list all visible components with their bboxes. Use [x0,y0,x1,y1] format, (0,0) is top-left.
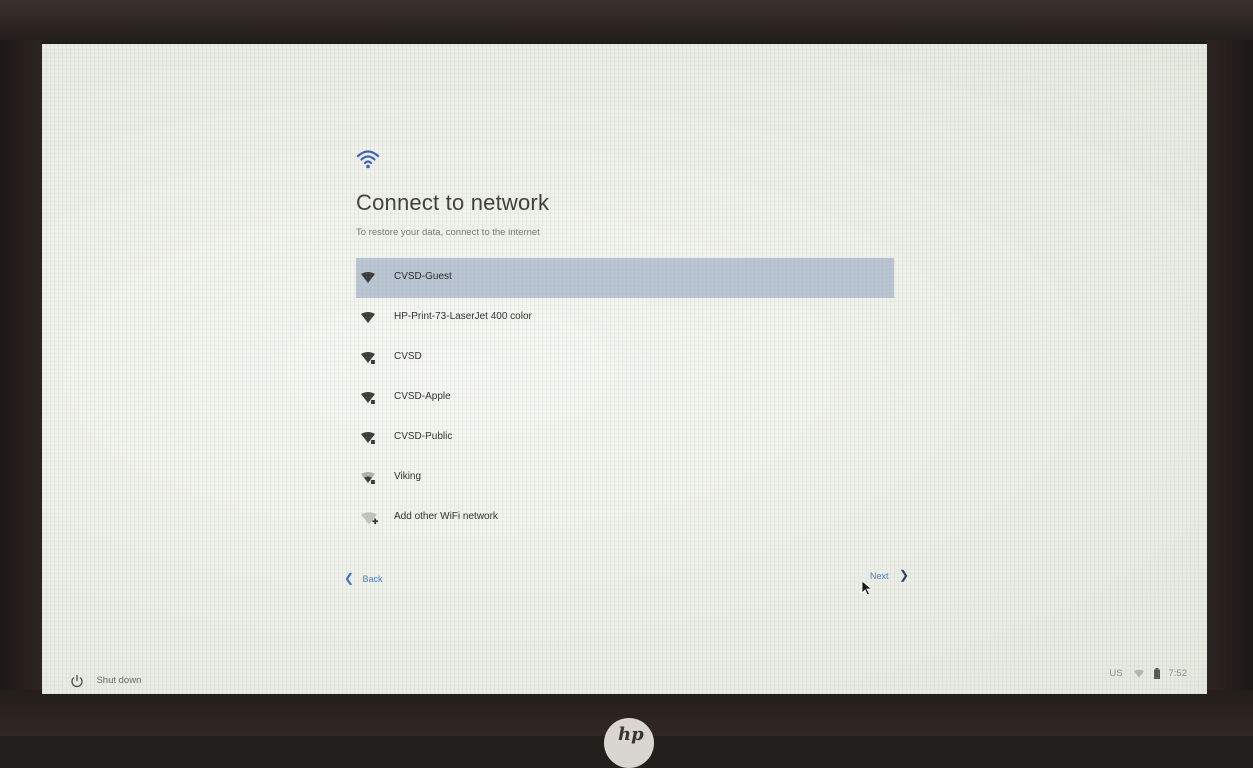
bezel-right [1207,40,1253,700]
power-icon [71,674,83,687]
next-button[interactable]: Next ❯ [870,566,909,582]
add-other-network-item[interactable]: Add other WiFi network [356,498,894,538]
wifi-secured-weak-icon [361,472,375,484]
network-item-hp-print[interactable]: HP-Print-73-LaserJet 400 color [356,298,894,338]
shutdown-label: Shut down [96,675,142,687]
back-button[interactable]: ❮ Back [344,569,383,585]
page-title: Connect to network [356,190,550,215]
page-subtitle: To restore your data, connect to the int… [356,227,540,238]
wifi-signal-icon [361,272,375,283]
network-list: CVSD-Guest HP-Print-73-LaserJet 400 colo… [356,258,894,538]
lock-icon [371,480,375,484]
oobe-screen: Connect to network To restore your data,… [42,44,1207,694]
network-item-cvsd-public[interactable]: CVSD-Public [356,418,894,458]
clock[interactable]: 7:52 [1169,668,1188,679]
back-label: Back [362,574,383,584]
status-tray[interactable]: US 7:52 [1109,668,1187,679]
network-item-cvsd-apple[interactable]: CVSD-Apple [356,378,894,418]
bezel-left [0,40,42,700]
wifi-status-icon [1134,669,1145,678]
network-name: CVSD [394,351,422,362]
bezel-top [0,0,1253,48]
lock-icon [371,400,375,404]
network-item-cvsd[interactable]: CVSD [356,338,894,378]
network-name: Add other WiFi network [394,511,498,522]
ime-indicator[interactable]: US [1109,668,1122,679]
add-network-icon [361,512,378,525]
network-item-viking[interactable]: Viking [356,458,894,498]
chevron-left-icon: ❮ [344,571,355,585]
network-name: CVSD-Guest [394,271,452,282]
wifi-signal-icon [361,312,375,323]
wifi-secured-icon [361,352,375,364]
wifi-secured-icon [361,432,375,444]
network-name: CVSD-Apple [394,391,451,402]
network-name: HP-Print-73-LaserJet 400 color [394,311,532,322]
mouse-cursor-icon [861,580,873,596]
battery-icon [1153,668,1160,679]
network-name: Viking [394,471,422,482]
chevron-right-icon: ❯ [898,568,910,582]
network-item-cvsd-guest[interactable]: CVSD-Guest [356,258,894,298]
wifi-icon [356,150,380,169]
lock-icon [371,360,375,364]
hp-logo: hp [604,718,654,768]
network-name: CVSD-Public [394,431,453,442]
wifi-secured-icon [361,392,375,404]
shutdown-button[interactable]: Shut down [70,672,141,690]
lock-icon [371,440,375,444]
